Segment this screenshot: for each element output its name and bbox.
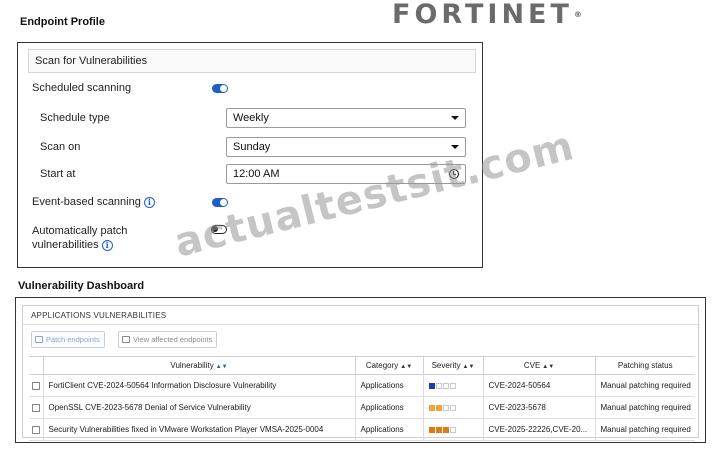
view-affected-endpoints-button[interactable]: View affected endpoints — [118, 331, 218, 348]
patch-icon — [35, 336, 43, 343]
schedule-type-value: Weekly — [233, 112, 269, 124]
cve-cell: CVE-2023-5678 — [482, 396, 595, 419]
severity-indicator — [428, 404, 456, 411]
cve-cell: CVE-2024-50564 — [482, 374, 595, 397]
sort-icon: ▲▼ — [400, 364, 413, 370]
sort-icon: ▲▼ — [462, 364, 475, 370]
scheduled-scanning-toggle[interactable] — [212, 84, 228, 93]
vulnerability-cell[interactable]: Security Vulnerabilities fixed in VMware… — [42, 418, 355, 441]
auto-patch-label-line2: vulnerabilities — [32, 239, 99, 251]
fortinet-logo: FORTINET ® — [392, 0, 582, 30]
row-select-cell — [29, 418, 43, 441]
patch-endpoints-label: Patch endpoints — [46, 335, 100, 344]
severity-indicator — [428, 426, 456, 433]
column-header-cve[interactable]: CVE ▲▼ — [482, 356, 595, 375]
view-affected-endpoints-label: View affected endpoints — [133, 335, 213, 344]
severity-block — [442, 382, 449, 389]
dashboard-content: APPLICATIONS VULNERABILITIES Patch endpo… — [22, 305, 700, 441]
category-cell: Applications — [354, 396, 423, 419]
auto-patch-label-line1: Automatically patch — [32, 225, 128, 237]
severity-block — [428, 426, 435, 433]
chevron-down-icon — [451, 145, 459, 149]
table-row[interactable]: OpenSSL CVE-2023-5678 Denial of Service … — [29, 396, 695, 419]
column-header-vulnerability[interactable]: Vulnerability ▲▼ — [42, 356, 355, 375]
table-header-row: Vulnerability ▲▼ Category ▲▼ Severity ▲▼ CV… — [29, 356, 695, 375]
patching-status-cell: Manual patching required — [594, 396, 695, 419]
scan-section-header: Scan for Vulnerabilities — [28, 49, 476, 73]
scan-on-label: Scan on — [40, 141, 81, 153]
vulnerability-dashboard-panel: APPLICATIONS VULNERABILITIES Patch endpo… — [15, 297, 706, 443]
scan-on-select[interactable]: Sunday — [226, 137, 466, 157]
severity-block — [449, 426, 456, 433]
row-checkbox[interactable] — [31, 425, 40, 434]
row-checkbox[interactable] — [31, 381, 40, 390]
auto-patch-label: Automatically patch vulnerabilities i — [32, 224, 127, 252]
event-based-scanning-label: Event-based scanning i — [32, 195, 155, 209]
patching-status-cell: Manual patching required — [594, 374, 695, 397]
column-header-patching-status: Patching status — [594, 356, 695, 375]
info-icon[interactable]: i — [101, 239, 113, 251]
severity-block — [428, 382, 435, 389]
tab-divider — [23, 324, 700, 325]
severity-block — [442, 426, 449, 433]
vulnerability-cell[interactable]: OpenSSL CVE-2023-5678 Denial of Service … — [42, 396, 355, 419]
event-based-scanning-text: Event-based scanning — [32, 196, 141, 208]
info-icon[interactable]: i — [143, 196, 155, 208]
severity-block — [449, 404, 456, 411]
event-based-scanning-toggle[interactable] — [212, 198, 228, 207]
scheduled-scanning-label: Scheduled scanning — [32, 82, 132, 94]
patch-endpoints-button[interactable]: Patch endpoints — [31, 331, 105, 348]
severity-cell — [422, 396, 483, 419]
logo-text: FORTINET — [392, 0, 573, 30]
schedule-type-label: Schedule type — [40, 112, 110, 124]
row-select-cell — [29, 374, 43, 397]
severity-cell — [422, 374, 483, 397]
severity-block — [435, 404, 442, 411]
severity-block — [435, 382, 442, 389]
select-all-header — [29, 356, 43, 375]
severity-cell — [422, 418, 483, 441]
tab-applications-vulnerabilities[interactable]: APPLICATIONS VULNERABILITIES — [31, 311, 166, 320]
sort-icon: ▲▼ — [542, 364, 555, 370]
severity-block — [428, 404, 435, 411]
start-at-label: Start at — [40, 168, 76, 180]
start-at-value: 12:00 AM — [233, 168, 280, 180]
severity-indicator — [428, 382, 456, 389]
schedule-type-select[interactable]: Weekly — [226, 108, 466, 128]
endpoint-profile-title: Endpoint Profile — [20, 16, 105, 28]
severity-block — [449, 382, 456, 389]
table-row[interactable]: Security Vulnerabilities fixed in VMware… — [29, 418, 695, 441]
row-select-cell — [29, 396, 43, 419]
vulnerability-cell[interactable]: FortiClient CVE-2024-50564 Information D… — [42, 374, 355, 397]
category-cell: Applications — [354, 374, 423, 397]
severity-block — [442, 404, 449, 411]
vulnerability-dashboard-title: Vulnerability Dashboard — [18, 280, 145, 292]
category-cell: Applications — [354, 418, 423, 441]
table-row[interactable]: FortiClient CVE-2024-50564 Information D… — [29, 374, 695, 397]
cve-cell: CVE-2025-22226,CVE-20... — [482, 418, 595, 441]
column-header-severity[interactable]: Severity ▲▼ — [422, 356, 483, 375]
monitor-icon — [122, 336, 130, 343]
patching-status-cell: Manual patching required — [594, 418, 695, 441]
sort-icon: ▲▼ — [215, 364, 228, 370]
chevron-down-icon — [451, 116, 459, 120]
row-checkbox[interactable] — [31, 403, 40, 412]
page: Endpoint Profile FORTINET ® Scan for Vuln… — [0, 0, 721, 457]
severity-block — [435, 426, 442, 433]
column-header-category[interactable]: Category ▲▼ — [354, 356, 423, 375]
vulnerability-table: Vulnerability ▲▼ Category ▲▼ Severity ▲▼ CV… — [29, 356, 695, 441]
scan-on-value: Sunday — [233, 141, 271, 153]
